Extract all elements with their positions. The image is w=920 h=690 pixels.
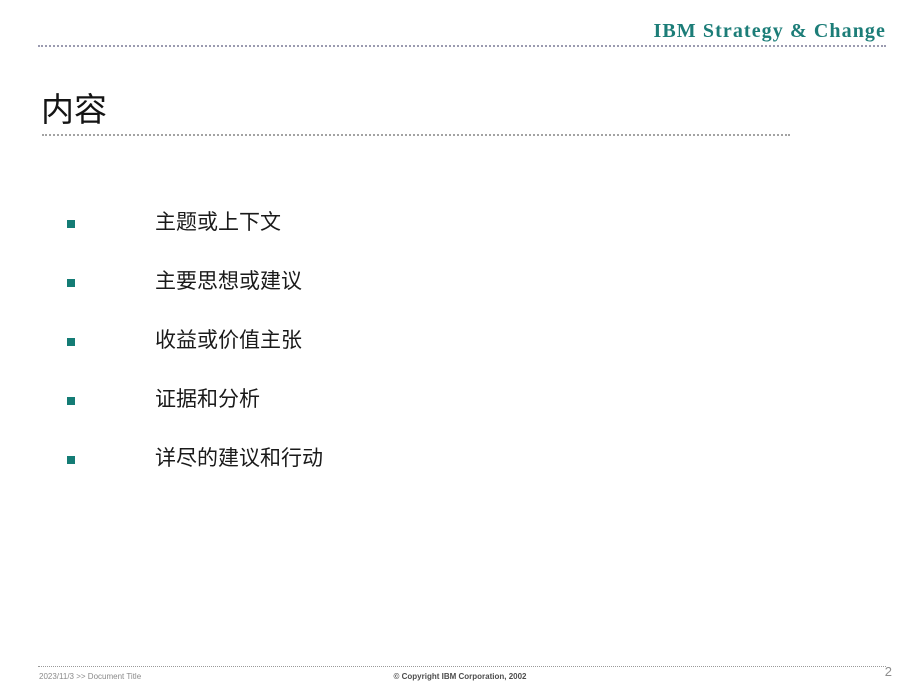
list-item: 收益或价值主张	[0, 322, 920, 381]
square-bullet-icon	[67, 456, 75, 464]
footer-copyright: © Copyright IBM Corporation, 2002	[393, 672, 527, 681]
footer-divider	[38, 666, 886, 667]
list-item-label: 主要思想或建议	[155, 269, 302, 293]
list-item-label: 证据和分析	[155, 387, 260, 411]
list-item-label: 详尽的建议和行动	[155, 446, 323, 470]
square-bullet-icon	[67, 338, 75, 346]
list-item: 主要思想或建议	[0, 263, 920, 322]
list-item-label: 主题或上下文	[155, 210, 281, 234]
list-item: 主题或上下文	[0, 204, 920, 263]
page-number: 2	[884, 664, 892, 679]
ibm-brand-title: IBM Strategy & Change	[653, 20, 886, 42]
square-bullet-icon	[67, 397, 75, 405]
title-divider	[42, 134, 790, 136]
slide: IBM Strategy & Change 内容 主题或上下文 主要思想或建议 …	[0, 0, 920, 690]
square-bullet-icon	[67, 220, 75, 228]
list-item: 详尽的建议和行动	[0, 440, 920, 499]
list-item: 证据和分析	[0, 381, 920, 440]
header-divider	[38, 45, 886, 47]
square-bullet-icon	[67, 279, 75, 287]
page-title: 内容	[41, 93, 107, 129]
list-item-label: 收益或价值主张	[155, 328, 302, 352]
agenda-list: 主题或上下文 主要思想或建议 收益或价值主张 证据和分析 详尽的建议和行动	[0, 204, 920, 499]
